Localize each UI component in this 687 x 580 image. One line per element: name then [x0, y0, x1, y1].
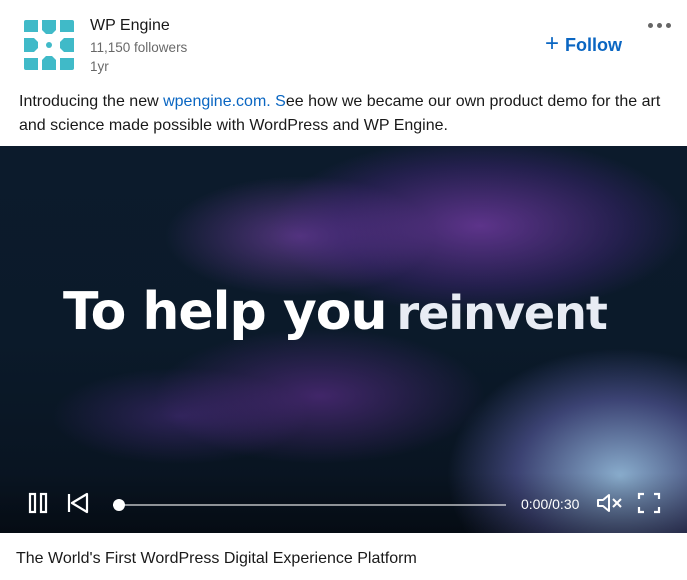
fullscreen-button[interactable] — [637, 492, 661, 514]
company-name[interactable]: WP Engine — [90, 17, 170, 35]
seek-bar[interactable] — [113, 499, 506, 511]
replay-button[interactable] — [66, 492, 90, 514]
post-text-intro: Introducing the new — [19, 93, 164, 110]
video-caption: To help you reinvent — [63, 282, 608, 342]
video-time: 0:00/0:30 — [521, 496, 580, 512]
skip-back-icon — [67, 492, 89, 514]
video-title[interactable]: The World's First WordPress Digital Expe… — [16, 550, 417, 568]
video-caption-bold: To help you — [63, 282, 387, 342]
more-options-button[interactable] — [645, 16, 673, 34]
seek-handle[interactable] — [113, 499, 125, 511]
wp-engine-logo-icon — [24, 20, 74, 70]
volume-muted-icon — [597, 494, 622, 512]
fullscreen-icon — [637, 492, 661, 514]
plus-icon: + — [545, 30, 560, 57]
video-player[interactable]: To help you reinvent 0:00/0:30 — [0, 146, 687, 533]
mute-button[interactable] — [596, 493, 624, 513]
pause-button[interactable] — [28, 492, 50, 514]
pause-icon — [28, 492, 48, 514]
follow-button[interactable]: + Follow — [545, 30, 623, 57]
post-header: WP Engine 11,150 followers 1yr + Follow — [0, 0, 687, 86]
company-logo[interactable] — [24, 20, 74, 70]
follow-label: Follow — [565, 34, 623, 55]
post-age: 1yr — [90, 59, 109, 74]
video-caption-light: reinvent — [396, 286, 607, 340]
post-text: Introducing the new wpengine.com. See ho… — [19, 90, 669, 138]
ellipsis-icon — [647, 22, 671, 28]
video-controls: 0:00/0:30 — [0, 473, 687, 533]
follower-count: 11,150 followers — [90, 40, 188, 55]
post-link[interactable]: wpengine.com. S — [163, 93, 286, 110]
